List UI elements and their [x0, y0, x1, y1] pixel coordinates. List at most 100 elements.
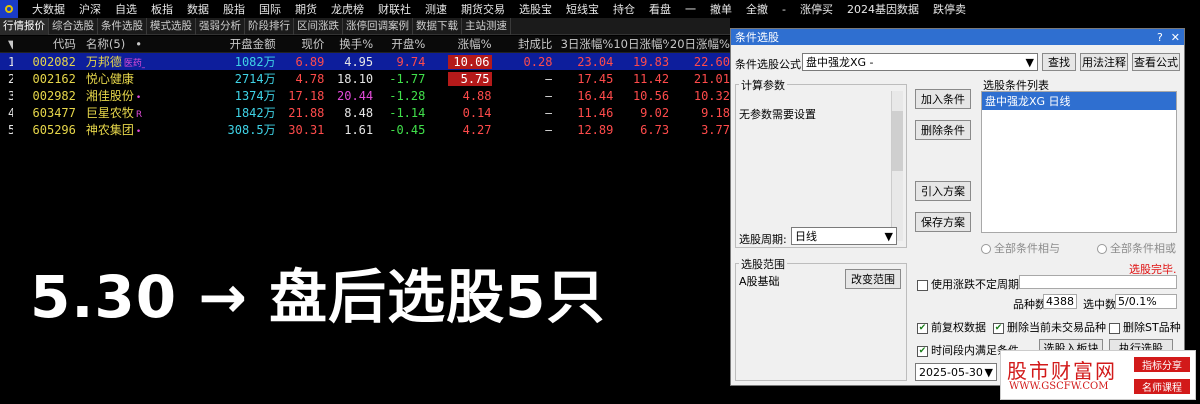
- count-label: 品种数: [1013, 298, 1046, 311]
- change-20d: 21.01: [693, 71, 730, 86]
- menu-item[interactable]: 2024基因数据: [847, 1, 919, 17]
- table-row[interactable]: 2 002162 悦心健康 2714万 4.78 18.10 -1.77 5.75 — 17.45…: [0, 70, 730, 87]
- remove-st-checkbox[interactable]: 删除ST品种: [1109, 319, 1181, 335]
- tab-0[interactable]: 行情报价: [0, 17, 49, 35]
- seal-ratio: —: [545, 71, 553, 86]
- formula-select-value: 盘中强龙XG -: [806, 56, 874, 69]
- selected-value: 5/0.1%: [1115, 294, 1177, 309]
- delete-condition-button[interactable]: 删除条件: [915, 120, 971, 140]
- stock-tag: •: [135, 93, 142, 103]
- add-condition-button[interactable]: 加入条件: [915, 89, 971, 109]
- col-header-open-amount[interactable]: 开盘金额: [145, 36, 276, 52]
- use-uncertain-checkbox[interactable]: 使用涨跌不定周期: [917, 276, 1019, 292]
- tab-6[interactable]: 区间涨跌: [294, 17, 343, 35]
- tab-4[interactable]: 强弱分析: [196, 17, 245, 35]
- change-3d: 17.45: [577, 71, 614, 86]
- col-header-code[interactable]: 代码: [13, 36, 76, 52]
- stock-name: 湘佳股份 •: [76, 87, 145, 104]
- video-caption: 5.30 → 盘后选股5只: [30, 263, 606, 331]
- uncertain-period-field[interactable]: [1019, 275, 1177, 289]
- col-header-10d-change[interactable]: 10日涨幅%: [613, 36, 669, 52]
- function-tab-bar: 行情报价 综合选股 条件选股 模式选股 强弱分析 阶段排行 区间涨跌 涨停回调案例 数据下载 主站…: [0, 17, 730, 35]
- menu-item[interactable]: 国际: [259, 1, 281, 17]
- table-row[interactable]: 3 002982 湘佳股份 • 1374万 17.18 20.44 -1.28 4.88—16.…: [0, 87, 730, 104]
- table-row[interactable]: 1002082万邦德医药_Zb_3连板1082万6.894.959.7410.0…: [0, 53, 730, 70]
- menu-item[interactable]: 龙虎榜: [331, 1, 364, 17]
- help-icon[interactable]: ?: [1157, 31, 1163, 44]
- menu-item[interactable]: 撤单: [710, 1, 732, 17]
- menu-item[interactable]: 沪深: [79, 1, 101, 17]
- col-header-turnover[interactable]: 换手%: [324, 36, 373, 52]
- change-10d: 6.73: [640, 122, 670, 137]
- menu-item[interactable]: 大数据: [32, 1, 65, 17]
- stock-tag: R: [135, 110, 143, 120]
- stock-code: 002082: [32, 54, 76, 69]
- tab-2[interactable]: 条件选股: [98, 17, 147, 35]
- dialog-title-bar: 条件选股 ? ✕: [731, 29, 1184, 45]
- sort-icon[interactable]: ▼: [0, 37, 13, 51]
- menu-item[interactable]: 数据: [187, 1, 209, 17]
- table-row[interactable]: 4 603477 巨星农牧 R 1842万 21.88 8.48 -1.14 0.14—11.4…: [0, 104, 730, 121]
- open-pct: -1.14: [389, 105, 426, 120]
- checkbox-icon: [1109, 322, 1120, 334]
- col-header-20d-change[interactable]: 20日涨幅%: [669, 36, 730, 52]
- params-scrollbar[interactable]: [891, 91, 903, 241]
- open-pct: -1.77: [389, 71, 426, 86]
- stock-name-text: 悦心健康: [85, 72, 134, 86]
- menu-item[interactable]: 期货: [295, 1, 317, 17]
- menu-item[interactable]: 股指: [223, 1, 245, 17]
- tab-9[interactable]: 主站测速: [462, 17, 511, 35]
- menu-item[interactable]: 涨停买: [800, 1, 833, 17]
- menu-item[interactable]: 选股宝: [519, 1, 552, 17]
- tab-3[interactable]: 模式选股: [147, 17, 196, 35]
- prerights-checkbox[interactable]: ✔ 前复权数据: [917, 319, 986, 335]
- menu-item[interactable]: 一: [685, 1, 696, 17]
- col-header-3d-change[interactable]: 3日涨幅%: [552, 36, 614, 52]
- period-select-value: 日线: [795, 230, 817, 243]
- open-amount: 1842万: [234, 106, 276, 120]
- top-menu-bar: 大数据 沪深 自选 板指 数据 股指 国际 期货 龙虎榜 财联社 测速 期货交易 选股宝 短线宝 持仓 看盘一…: [0, 0, 1200, 18]
- menu-item[interactable]: 自选: [115, 1, 137, 17]
- period-label: 选股周期:: [739, 233, 787, 246]
- col-header-name[interactable]: 名称(5) •: [76, 36, 145, 52]
- tab-8[interactable]: 数据下载: [413, 17, 462, 35]
- no-params-text: 无参数需要设置: [739, 108, 816, 121]
- tab-1[interactable]: 综合选股: [49, 17, 98, 35]
- menu-item[interactable]: 期货交易: [461, 1, 505, 17]
- app-logo-icon[interactable]: [0, 0, 18, 18]
- change-20d: 10.32: [693, 88, 730, 103]
- usage-notes-button[interactable]: 用法注释: [1080, 53, 1128, 71]
- menu-item[interactable]: 看盘: [649, 1, 671, 17]
- menu-item[interactable]: 测速: [425, 1, 447, 17]
- menu-item[interactable]: 持仓: [613, 1, 635, 17]
- radio-or[interactable]: 全部条件相或: [1097, 240, 1176, 256]
- remove-untraded-checkbox[interactable]: ✔ 删除当前未交易品种: [993, 319, 1106, 335]
- stock-tag: •: [135, 127, 142, 137]
- table-row[interactable]: 5 605296 神农集团 • 308.5万 30.31 1.61 -0.45 4.27—12.…: [0, 121, 730, 138]
- condition-list-item[interactable]: 盘中强龙XG 日线: [982, 92, 1176, 110]
- radio-and[interactable]: 全部条件相与: [981, 240, 1060, 256]
- menu-item[interactable]: 板指: [151, 1, 173, 17]
- save-plan-button[interactable]: 保存方案: [915, 212, 971, 232]
- col-header-open-pct[interactable]: 开盘%: [373, 36, 425, 52]
- col-header-seal-ratio[interactable]: 封成比: [492, 36, 553, 52]
- menu-item[interactable]: 跌停卖: [933, 1, 966, 17]
- condition-list[interactable]: 盘中强龙XG 日线: [981, 91, 1177, 233]
- col-header-price[interactable]: 现价: [276, 36, 324, 52]
- menu-item[interactable]: 财联社: [378, 1, 411, 17]
- close-icon[interactable]: ✕: [1171, 31, 1180, 44]
- menu-item[interactable]: 短线宝: [566, 1, 599, 17]
- menu-item[interactable]: -: [782, 3, 786, 16]
- formula-select[interactable]: 盘中强龙XG - ▼: [802, 53, 1038, 71]
- import-plan-button[interactable]: 引入方案: [915, 181, 971, 201]
- change-pct: 4.27: [462, 122, 492, 137]
- find-button[interactable]: 查找: [1042, 53, 1076, 71]
- tab-5[interactable]: 阶段排行: [245, 17, 294, 35]
- period-select[interactable]: 日线 ▼: [791, 227, 897, 245]
- date-field[interactable]: 2025-05-30 ▼: [915, 363, 997, 381]
- change-scope-button[interactable]: 改变范围: [845, 269, 901, 289]
- col-header-change[interactable]: 涨幅%: [425, 36, 492, 52]
- menu-item[interactable]: 全撤: [746, 1, 768, 17]
- tab-7[interactable]: 涨停回调案例: [343, 17, 413, 35]
- view-formula-button[interactable]: 查看公式: [1132, 53, 1180, 71]
